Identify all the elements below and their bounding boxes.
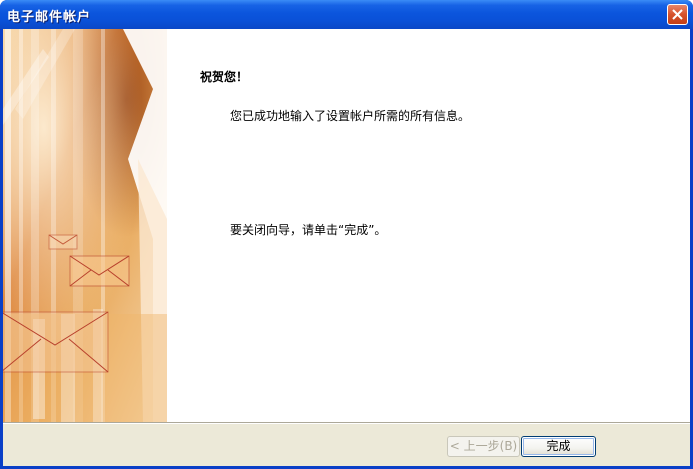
- close-button[interactable]: [667, 4, 688, 25]
- page-heading: 祝贺您！: [200, 70, 249, 84]
- window-title: 电子邮件帐户: [7, 10, 92, 25]
- large-envelope-icon: [3, 311, 109, 373]
- back-button[interactable]: < 上一步(B): [447, 436, 520, 457]
- button-separator: [3, 422, 690, 424]
- wizard-page: 祝贺您！ 您已成功地输入了设置帐户所需的所有信息。 要关闭向导，请单击“完成”。: [3, 29, 690, 422]
- close-icon: [672, 9, 683, 20]
- envelope-banner-art: [3, 29, 167, 422]
- finish-button[interactable]: 完成: [521, 436, 596, 457]
- title-bar[interactable]: 电子邮件帐户: [0, 0, 693, 29]
- dialog-client-area: 祝贺您！ 您已成功地输入了设置帐户所需的所有信息。 要关闭向导，请单击“完成”。…: [3, 29, 690, 466]
- finish-instruction: 要关闭向导，请单击“完成”。: [230, 223, 387, 237]
- small-envelope-icon: [48, 234, 78, 250]
- success-message: 您已成功地输入了设置帐户所需的所有信息。: [230, 109, 471, 123]
- wizard-window: 电子邮件帐户 祝贺您！ 您已成功地输入了设置帐户所需的所有信息。 要关闭向导，请…: [0, 0, 693, 469]
- medium-envelope-icon: [69, 255, 130, 287]
